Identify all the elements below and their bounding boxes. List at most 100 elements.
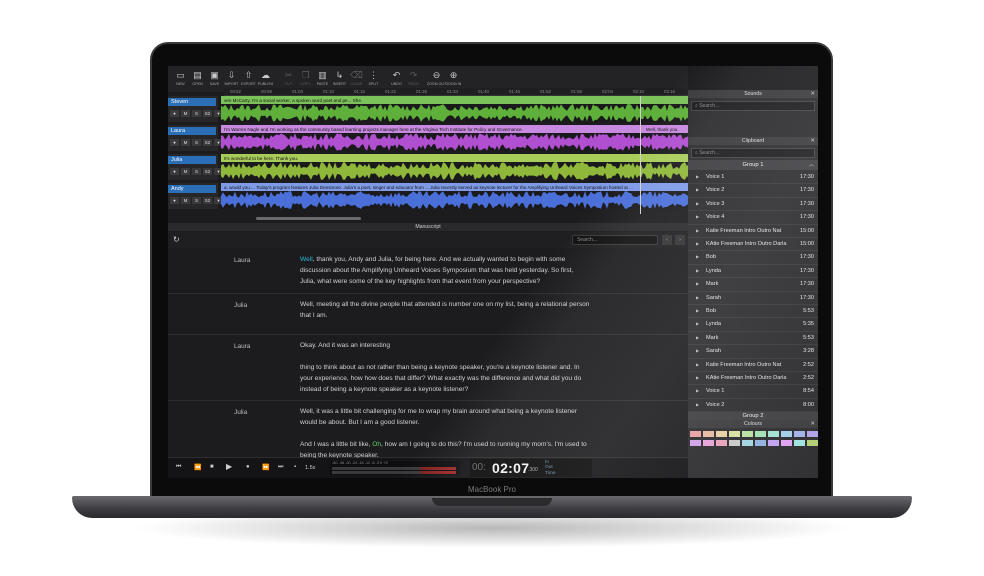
colour-swatch[interactable] [690,431,701,437]
mute-button[interactable]: M [181,139,190,146]
play-icon[interactable]: ▶ [696,388,699,393]
record-arm-button[interactable]: ● [170,110,179,117]
colour-swatch[interactable] [729,440,740,446]
colour-swatch[interactable] [755,431,766,437]
colour-swatch[interactable] [794,440,805,446]
play-icon[interactable]: ▶ [696,254,699,259]
manuscript-paragraph[interactable]: Laura Okay. And it was an interesting thin… [168,335,688,401]
play-icon[interactable]: ▶ [696,321,699,326]
colour-swatch[interactable] [768,440,779,446]
record-icon[interactable]: ● [246,464,250,470]
colour-swatch[interactable] [703,440,714,446]
skip-start-icon[interactable]: ⏮ [176,464,181,471]
solo-button[interactable]: S [192,197,201,204]
colour-swatch[interactable] [781,431,792,437]
solo-button[interactable]: S [192,168,201,175]
record-arm-button[interactable]: ● [170,139,179,146]
manuscript-paragraph[interactable]: Julia Well, meeting all the divine people… [168,294,688,335]
send-button[interactable]: S2 [203,168,212,175]
new-button[interactable]: ▭ NEW [172,66,189,92]
record-arm-button[interactable]: ● [170,197,179,204]
search-next-button[interactable]: › [675,235,685,245]
send-button[interactable]: S2 [203,110,212,117]
mute-button[interactable]: M [181,168,190,175]
timeline-ruler[interactable]: 00:52 00:58 01:04 01:10 01:16 01:22 01:28 01:34… [224,88,690,96]
play-icon[interactable]: ▶ [696,268,699,273]
play-icon[interactable]: ▶ [696,295,699,300]
manuscript-paragraph[interactable]: Laura Well, thank you, Andy and Julia, fo… [168,249,688,294]
open-button[interactable]: ▤ OPEN [189,66,206,92]
solo-button[interactable]: S [192,110,201,117]
search-prev-button[interactable]: ‹ [662,235,672,245]
play-icon[interactable]: ▶ [696,228,699,233]
clip-item[interactable]: ▶ KAtie Freeman Intro Outro Darla 2:52 [688,372,818,386]
clip-item[interactable]: ▶ Voice 2 17:30 [688,184,818,198]
colour-swatch[interactable] [716,440,727,446]
track-name[interactable]: Andy [168,185,216,193]
paragraph-text[interactable]: Well, meeting all the divine people that… [300,299,630,321]
play-icon[interactable]: ▶ [696,187,699,192]
play-icon[interactable]: ▶ [696,241,699,246]
rewind-icon[interactable]: ⏪ [194,464,201,471]
colour-swatch[interactable] [755,440,766,446]
playhead[interactable] [640,96,641,214]
play-icon[interactable]: ▶ [696,308,699,313]
record-arm-button[interactable]: ● [170,168,179,175]
save-button[interactable]: ▣ SAVE [206,66,223,92]
track-name[interactable]: Steven [168,98,216,106]
play-icon[interactable]: ▶ [696,348,699,353]
play-icon[interactable]: ▶ [696,402,699,407]
clip-item[interactable]: ▶ Voice 1 8:54 [688,385,818,399]
play-icon[interactable]: ▶ [696,201,699,206]
clip-group-2[interactable]: Group 2 [688,412,818,420]
clip-item[interactable]: ▶ Mark 5:53 [688,332,818,346]
clip-group-1[interactable]: Group 1 ︿ [688,160,818,170]
manuscript-search-input[interactable]: Search... [572,235,658,245]
stop-icon[interactable]: ■ [210,464,214,470]
close-icon[interactable]: ✕ [810,90,815,98]
solo-button[interactable]: S [192,139,201,146]
clip-item[interactable]: ▶ Voice 3 17:30 [688,198,818,212]
clip-item[interactable]: ▶ Voice 1 17:30 [688,171,818,185]
track-name[interactable]: Laura [168,127,216,135]
close-icon[interactable]: ✕ [810,137,815,145]
colour-swatch[interactable] [742,440,753,446]
colour-swatch[interactable] [716,431,727,437]
close-icon[interactable]: ✕ [810,420,815,428]
paragraph-text[interactable]: Okay. And it was an interesting thing to … [300,340,630,395]
playback-rate[interactable]: 1.5x [305,465,315,471]
clip-item[interactable]: ▶ KAtie Freeman Intro Outro Darla 15:00 [688,238,818,252]
clip-item[interactable]: ▶ Bob 5:53 [688,305,818,319]
send-button[interactable]: S2 [203,139,212,146]
paragraph-text[interactable]: Well, thank you, Andy and Julia, for bei… [300,254,630,287]
colour-swatch[interactable] [703,431,714,437]
colour-swatch[interactable] [690,440,701,446]
colour-swatch[interactable] [768,431,779,437]
sounds-search-input[interactable]: ⌕ Search... [691,101,815,111]
clip-item[interactable]: ▶ Voice 2 8:00 [688,399,818,413]
paragraph-text[interactable]: Well, it was a little bit challenging fo… [300,406,630,461]
clip-item[interactable]: ▶ Sarah 3:28 [688,345,818,359]
play-icon[interactable]: ▶ [696,375,699,380]
clip-item[interactable]: ▶ Lynda 17:30 [688,265,818,279]
colour-swatch[interactable] [807,440,818,446]
clip-item[interactable]: ▶ Voice 4 17:30 [688,211,818,225]
clip-item[interactable]: ▶ Katie Freeman Intro Outro Nat 2:52 [688,359,818,372]
play-icon[interactable]: ▶ [696,335,699,340]
mute-button[interactable]: M [181,197,190,204]
clipboard-search-input[interactable]: ⌕ Search... [691,148,815,158]
clip-item[interactable]: ▶ Bob 17:30 [688,251,818,265]
timeline-scrollbar[interactable] [256,217,361,220]
clip-item[interactable]: ▶ Mark 17:30 [688,278,818,292]
track-name[interactable]: Julia [168,156,216,164]
skip-end-icon[interactable]: ⏭ [278,464,283,471]
play-icon[interactable]: ▶ [226,462,232,471]
play-icon[interactable]: ▶ [696,174,699,179]
colour-swatch[interactable] [807,431,818,437]
colour-swatch[interactable] [794,431,805,437]
collapse-icon[interactable]: ︿ [809,160,814,170]
send-button[interactable]: S2 [203,197,212,204]
loop-icon[interactable]: ▪ [294,464,296,470]
clip-item[interactable]: ▶ Sarah 17:30 [688,292,818,305]
mute-button[interactable]: M [181,110,190,117]
